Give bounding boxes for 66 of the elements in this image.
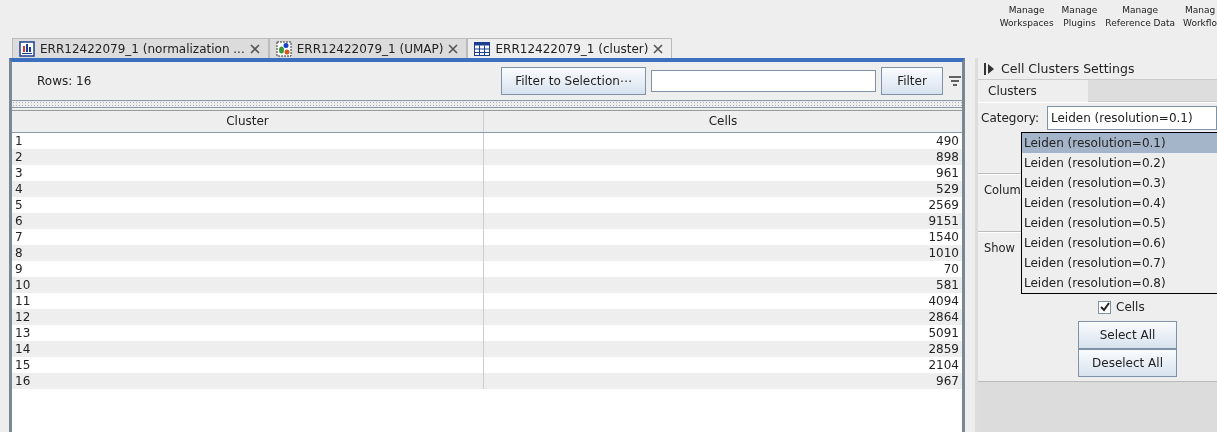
- table-icon: [474, 41, 491, 56]
- dropdown-option[interactable]: Leiden (resolution=0.8): [1022, 273, 1217, 293]
- close-icon[interactable]: [653, 43, 664, 54]
- bar-chart-icon: [19, 40, 35, 57]
- close-icon[interactable]: [249, 43, 260, 54]
- table-cell: 6: [12, 213, 484, 229]
- table-cell-text: 5091: [927, 325, 960, 341]
- table-cell-text: 2859: [927, 341, 960, 357]
- tab-label: ERR12422079_1 (cluster): [495, 41, 649, 56]
- manage-button[interactable]: Manage Workspaces: [999, 4, 1054, 30]
- table-cell-text: 961: [935, 165, 960, 181]
- manage-button[interactable]: Manag Workflo: [1183, 4, 1217, 30]
- checkmark-icon: [1099, 302, 1110, 312]
- document-tab[interactable]: ERR12422079_1 (cluster): [467, 38, 673, 58]
- document-tab[interactable]: ERR12422079_1 (UMAP): [268, 38, 468, 58]
- filter-field[interactable]: [651, 70, 876, 92]
- table-cell-text: 1010: [927, 245, 960, 261]
- select-button[interactable]: Select All: [1078, 321, 1177, 349]
- table-cell-text: 4094: [927, 293, 960, 309]
- row-count: Rows: 16: [37, 74, 93, 88]
- dropdown-option[interactable]: Leiden (resolution=0.5): [1022, 213, 1217, 233]
- table-cell-text: 1540: [927, 229, 960, 245]
- field-label: Category:: [981, 111, 1039, 125]
- column-header[interactable]: Cluster: [12, 111, 484, 132]
- column-header[interactable]: Cells: [484, 111, 962, 132]
- filter-to-selection-button[interactable]: Filter to Selection⋯: [501, 67, 646, 95]
- select-button[interactable]: Deselect All: [1078, 349, 1177, 377]
- table-cell: 10: [12, 277, 484, 293]
- dropdown-option[interactable]: Leiden (resolution=0.4): [1022, 193, 1217, 213]
- table-cell: 8: [12, 245, 484, 261]
- tab-label: ERR12422079_1 (normalization ...: [40, 41, 245, 56]
- table-cell-text: 2569: [927, 197, 960, 213]
- manage-button[interactable]: Manage Reference Data: [1105, 4, 1176, 30]
- table-cell: 14: [12, 341, 484, 357]
- panel-title: Cell Clusters Settings: [1001, 61, 1135, 76]
- table-cell: 16: [12, 373, 484, 389]
- dropdown-option[interactable]: Leiden (resolution=0.1): [1022, 133, 1217, 153]
- scatter-plot-icon: [275, 40, 292, 57]
- dropdown-option[interactable]: Leiden (resolution=0.3): [1022, 173, 1217, 193]
- section-label: Show: [984, 241, 1016, 255]
- cells-checkbox[interactable]: Cells: [1098, 297, 1145, 317]
- menu-icon[interactable]: [949, 75, 961, 87]
- table-cell-text: 2104: [927, 357, 960, 373]
- table-cell: 4: [12, 181, 484, 197]
- manage-button[interactable]: Manage Plugins: [1061, 4, 1098, 30]
- filter-button[interactable]: Filter: [881, 67, 943, 95]
- settings-tab[interactable]: Clusters: [978, 80, 1088, 102]
- table-cell-text: 9151: [927, 213, 960, 229]
- table-cell-text: 529: [935, 181, 960, 197]
- dropdown-option[interactable]: Leiden (resolution=0.7): [1022, 253, 1217, 273]
- table-cell: 2: [12, 149, 484, 165]
- expand-icon[interactable]: [984, 62, 994, 75]
- table-cell-text: 581: [935, 277, 960, 293]
- tab-label: ERR12422079_1 (UMAP): [296, 41, 444, 56]
- table-cell: 12: [12, 309, 484, 325]
- close-icon[interactable]: [448, 43, 459, 54]
- dropdown-option[interactable]: Leiden (resolution=0.2): [1022, 153, 1217, 173]
- table-cell-text: 967: [935, 373, 960, 389]
- dropdown-option[interactable]: Leiden (resolution=0.6): [1022, 233, 1217, 253]
- table-cell-text: 490: [935, 133, 960, 149]
- table-cell-text: 898: [935, 149, 960, 165]
- table-cell-text: 70: [942, 261, 960, 277]
- table-cell-text: 2864: [927, 309, 960, 325]
- section-label: Colum: [984, 183, 1021, 197]
- document-tab[interactable]: ERR12422079_1 (normalization ...: [12, 38, 269, 58]
- category-dropdown[interactable]: Leiden (resolution=0.1): [1047, 106, 1217, 130]
